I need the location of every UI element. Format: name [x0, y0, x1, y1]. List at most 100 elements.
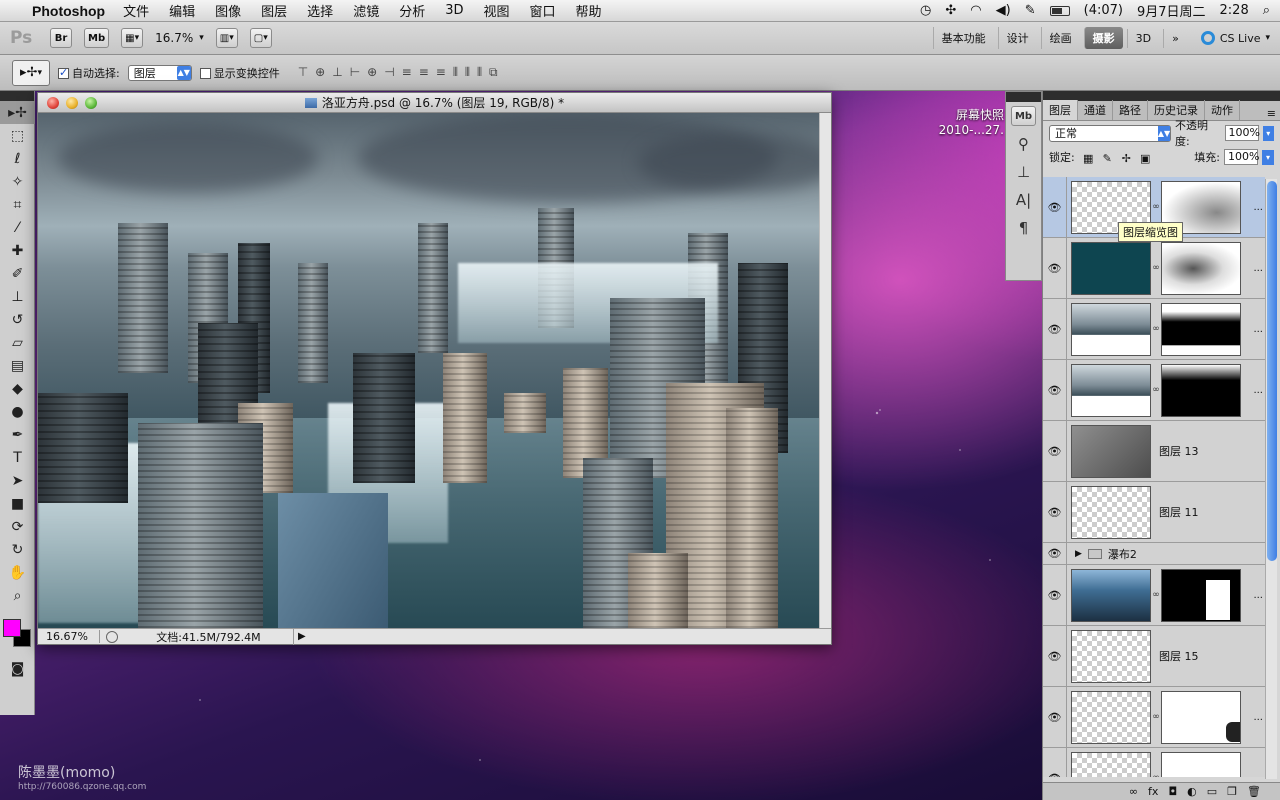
layer-row[interactable]: 👁 ∞ ...: [1043, 360, 1265, 421]
layer-group-row[interactable]: 👁 ▶ 瀑布2: [1043, 543, 1265, 565]
pen-tool-icon[interactable]: ✒: [0, 423, 35, 446]
move-tool-icon[interactable]: ▸✢: [0, 101, 35, 124]
align-hcenter-icon[interactable]: ⊕: [367, 65, 377, 80]
workspace-essentials[interactable]: 基本功能: [932, 27, 994, 49]
menubar-clock[interactable]: 2:28: [1220, 3, 1249, 18]
layer-thumbnail[interactable]: [1071, 302, 1151, 356]
workspace-3d[interactable]: 3D: [1126, 28, 1159, 48]
distribute-bottom-icon[interactable]: ≡: [436, 65, 446, 80]
delete-layer-icon[interactable]: 🗑: [1247, 785, 1261, 798]
group-name[interactable]: 瀑布2: [1108, 546, 1137, 562]
layer-mask-thumbnail[interactable]: [1161, 690, 1241, 744]
visibility-eye-icon[interactable]: 👁: [1043, 360, 1067, 420]
tool-presets-icon[interactable]: ⊥: [1006, 158, 1041, 186]
distribute-hcenter-icon[interactable]: ⫴: [465, 65, 470, 80]
crop-tool-icon[interactable]: ⌗: [0, 193, 35, 216]
fill-input[interactable]: 100%: [1224, 149, 1259, 165]
layer-row[interactable]: 👁 ∞ ...: [1043, 565, 1265, 626]
time-machine-icon[interactable]: ◷: [920, 3, 931, 18]
dodge-tool-icon[interactable]: ●: [0, 400, 35, 423]
tools-panel-header[interactable]: [0, 91, 34, 101]
adjustment-layer-icon[interactable]: ◐: [1187, 785, 1197, 798]
document-titlebar[interactable]: 洛亚方舟.psd @ 16.7% (图层 19, RGB/8) *: [38, 93, 831, 113]
mask-link-icon[interactable]: ∞: [1151, 324, 1161, 334]
clone-stamp-tool-icon[interactable]: ⊥: [0, 285, 35, 308]
visibility-eye-icon[interactable]: 👁: [1043, 687, 1067, 747]
path-select-tool-icon[interactable]: ➤: [0, 469, 35, 492]
menu-file[interactable]: 文件: [123, 1, 149, 20]
menubar-date[interactable]: 9月7日周二: [1137, 1, 1206, 20]
blur-tool-icon[interactable]: ◆: [0, 377, 35, 400]
mask-link-icon[interactable]: ∞: [1151, 385, 1161, 395]
tool-preset-picker[interactable]: ▸✢ ▾: [12, 59, 50, 86]
menu-edit[interactable]: 编辑: [169, 1, 195, 20]
visibility-eye-icon[interactable]: 👁: [1043, 626, 1067, 686]
layer-row[interactable]: 👁 ∞ ...: [1043, 687, 1265, 748]
mask-link-icon[interactable]: ∞: [1151, 590, 1161, 600]
panel-menu-icon[interactable]: ≡: [1263, 107, 1280, 120]
volume-icon[interactable]: ◀): [996, 3, 1011, 18]
zoom-window-button[interactable]: [85, 96, 97, 109]
lock-position-icon[interactable]: ✢: [1121, 152, 1132, 165]
script-icon[interactable]: ✎: [1025, 3, 1036, 18]
bridge-button[interactable]: Br: [50, 28, 72, 48]
shape-tool-icon[interactable]: ■: [0, 492, 35, 515]
eraser-tool-icon[interactable]: ▱: [0, 331, 35, 354]
layers-scrollbar[interactable]: [1265, 179, 1277, 779]
spotlight-icon[interactable]: ⌕: [1263, 3, 1270, 18]
quick-mask-icon[interactable]: ◙: [0, 657, 35, 680]
type-tool-icon[interactable]: T: [0, 446, 35, 469]
opacity-input[interactable]: 100%: [1224, 125, 1260, 141]
distribute-vcenter-icon[interactable]: ≡: [419, 65, 429, 80]
layer-thumbnail[interactable]: [1071, 568, 1151, 622]
fill-slider-icon[interactable]: ▾: [1262, 149, 1274, 165]
close-window-button[interactable]: [47, 96, 59, 109]
layer-mask-thumbnail[interactable]: [1161, 302, 1241, 356]
new-layer-icon[interactable]: ❐: [1227, 785, 1237, 798]
visibility-eye-icon[interactable]: 👁: [1043, 543, 1067, 564]
align-left-icon[interactable]: ⊢: [350, 65, 360, 80]
visibility-eye-icon[interactable]: 👁: [1043, 748, 1067, 777]
character-panel-icon[interactable]: A|: [1006, 186, 1041, 214]
tab-layers[interactable]: 图层: [1043, 100, 1078, 120]
menu-analysis[interactable]: 分析: [399, 1, 425, 20]
mini-bridge-button[interactable]: Mb: [84, 28, 110, 48]
panel-dock-header[interactable]: [1006, 92, 1041, 102]
foreground-color-swatch[interactable]: [3, 619, 21, 637]
align-right-icon[interactable]: ⊣: [384, 65, 394, 80]
menu-image[interactable]: 图像: [215, 1, 241, 20]
quick-select-tool-icon[interactable]: ✧: [0, 170, 35, 193]
workspace-painting[interactable]: 绘画: [1040, 27, 1080, 49]
mask-link-icon[interactable]: ∞: [1151, 712, 1161, 722]
menu-layer[interactable]: 图层: [261, 1, 287, 20]
menu-3d[interactable]: 3D: [445, 3, 463, 18]
menu-view[interactable]: 视图: [484, 1, 510, 20]
auto-select-checkbox[interactable]: 自动选择:: [58, 65, 120, 81]
visibility-eye-icon[interactable]: 👁: [1043, 238, 1067, 298]
history-brush-tool-icon[interactable]: ↺: [0, 308, 35, 331]
layer-name[interactable]: 图层 13: [1159, 443, 1199, 459]
lock-all-icon[interactable]: ▣: [1140, 152, 1151, 165]
align-vcenter-icon[interactable]: ⊕: [315, 65, 325, 80]
gradient-tool-icon[interactable]: ▤: [0, 354, 35, 377]
brush-tool-icon[interactable]: ✐: [0, 262, 35, 285]
marquee-tool-icon[interactable]: ⬚: [0, 124, 35, 147]
layer-row[interactable]: 👁 图层 11: [1043, 482, 1265, 543]
lock-pixels-icon[interactable]: ✎: [1102, 152, 1113, 165]
minimize-window-button[interactable]: [66, 96, 78, 109]
menu-filter[interactable]: 滤镜: [353, 1, 379, 20]
battery-icon[interactable]: [1049, 3, 1070, 18]
add-mask-icon[interactable]: ◘: [1168, 785, 1177, 798]
paragraph-panel-icon[interactable]: ¶: [1006, 214, 1041, 242]
layer-row[interactable]: 👁 图层 13: [1043, 421, 1265, 482]
hand-tool-icon[interactable]: ✋: [0, 561, 35, 584]
status-zoom-field[interactable]: 16.67%: [38, 630, 100, 643]
cs-live-button[interactable]: CS Live ▾: [1200, 31, 1270, 45]
canvas-vertical-scrollbar[interactable]: [819, 113, 831, 628]
layer-name[interactable]: 图层 11: [1159, 504, 1199, 520]
layer-row[interactable]: 👁 ∞ ...: [1043, 299, 1265, 360]
layer-mask-thumbnail[interactable]: [1161, 568, 1241, 622]
arrange-documents-button[interactable]: ▥ ▾: [215, 28, 238, 48]
healing-brush-tool-icon[interactable]: ✚: [0, 239, 35, 262]
layer-style-icon[interactable]: fx: [1148, 785, 1158, 798]
